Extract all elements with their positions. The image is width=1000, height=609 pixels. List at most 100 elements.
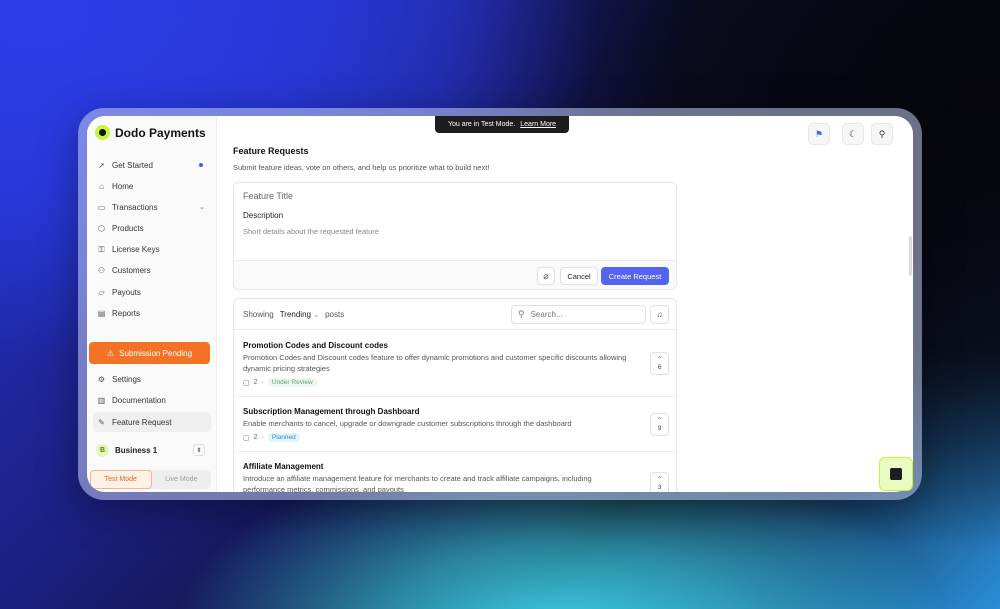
list-header: Showing Trending ⌄ posts ⚲ Search... ♫ — [234, 299, 676, 330]
post-title: Subscription Management through Dashboar… — [243, 407, 420, 416]
users-icon: ⚇ — [97, 265, 106, 275]
sidebar-item-label: Documentation — [112, 395, 166, 405]
test-mode-banner: You are in Test Mode. Learn More — [435, 116, 569, 133]
submission-pending-button[interactable]: ⚠ Submission Pending — [89, 342, 210, 364]
brand[interactable]: Dodo Payments — [95, 125, 206, 140]
chat-icon — [890, 468, 902, 480]
post-description: Introduce an affiliate management featur… — [243, 474, 592, 492]
sidebar-item-feature-request[interactable]: ✎ Feature Request — [93, 412, 211, 432]
sidebar-item-settings[interactable]: ⚙ Settings — [93, 370, 211, 388]
wallet-icon: ▭ — [97, 202, 106, 212]
page-subtitle: Submit feature ideas, vote on others, an… — [233, 163, 490, 172]
clipboard-icon: ▤ — [97, 308, 106, 318]
list-item[interactable]: Affiliate Management Introduce an affili… — [234, 452, 676, 492]
search-icon: ⚲ — [518, 309, 525, 319]
separator: · — [261, 379, 264, 386]
book-icon: ▥ — [97, 395, 106, 405]
home-icon: ⌂ — [99, 181, 104, 191]
attach-button[interactable]: ⌀ — [537, 267, 555, 285]
moon-icon: ☾ — [848, 128, 858, 139]
learn-more-link[interactable]: Learn More — [520, 121, 556, 128]
folder-icon: ▱ — [98, 287, 105, 297]
app-window: Dodo Payments ➚ Get Started ⌂ Home ▭ Tra… — [87, 116, 913, 492]
vote-count: 3 — [657, 483, 662, 491]
sidebar: Dodo Payments ➚ Get Started ⌂ Home ▭ Tra… — [87, 116, 217, 492]
chevron-down-icon: ⌄ — [199, 204, 205, 211]
sidebar-item-get-started[interactable]: ➚ Get Started — [93, 156, 211, 174]
form-footer: ⌀ Cancel Create Request — [234, 260, 676, 289]
sidebar-item-label: Products — [112, 223, 144, 233]
upvote-button[interactable]: ⌃ 6 — [650, 352, 669, 375]
sidebar-item-customers[interactable]: ⚇ Customers — [93, 261, 211, 279]
sidebar-item-label: Get Started — [112, 160, 153, 170]
vote-count: 9 — [657, 424, 662, 432]
sidebar-item-documentation[interactable]: ▥ Documentation — [93, 391, 211, 409]
paperclip-icon: ⌀ — [543, 270, 549, 281]
notification-dot — [199, 163, 203, 167]
sidebar-item-products[interactable]: ⬡ Products — [93, 219, 211, 237]
list-item[interactable]: Promotion Codes and Discount codes Promo… — [234, 330, 676, 397]
post-meta: ▢ 2 · Planned — [243, 433, 300, 442]
notify-button[interactable]: ♫ — [650, 305, 669, 324]
sidebar-item-license-keys[interactable]: ⚿ License Keys — [93, 240, 211, 258]
sidebar-item-label: Customers — [112, 265, 151, 275]
create-request-button[interactable]: Create Request — [601, 267, 669, 285]
business-avatar: B — [96, 443, 109, 457]
comment-icon: ▢ — [243, 434, 250, 442]
feature-request-form: Feature Title Description Short details … — [233, 182, 677, 290]
search-placeholder: Search... — [530, 310, 563, 319]
sidebar-item-home[interactable]: ⌂ Home — [93, 177, 211, 195]
theme-toggle-button[interactable]: ☾ — [842, 123, 864, 145]
bell-icon: ♫ — [656, 310, 663, 319]
list-item[interactable]: Subscription Management through Dashboar… — [234, 397, 676, 452]
chevron-up-down-icon: ⇕ — [193, 444, 205, 456]
test-mode-button[interactable]: Test Mode — [90, 470, 152, 489]
sort-dropdown[interactable]: Trending ⌄ — [280, 310, 319, 319]
business-name: Business 1 — [115, 445, 158, 455]
chevron-up-icon: ⌃ — [656, 475, 663, 483]
sidebar-item-payouts[interactable]: ▱ Payouts — [93, 283, 211, 301]
dodo-logo-icon — [95, 125, 110, 140]
search-input[interactable]: ⚲ Search... — [511, 305, 646, 324]
feature-list: Showing Trending ⌄ posts ⚲ Search... ♫ P… — [233, 298, 677, 492]
sidebar-item-label: Feature Request — [112, 417, 172, 427]
feature-title-input[interactable]: Feature Title — [243, 191, 293, 201]
post-description: Promotion Codes and Discount codes featu… — [243, 353, 627, 373]
key-icon: ⚿ — [98, 244, 105, 254]
showing-filter: Showing Trending ⌄ posts — [243, 310, 344, 319]
sidebar-item-label: Transactions — [112, 202, 158, 212]
sort-value: Trending — [279, 310, 311, 319]
live-mode-button[interactable]: Live Mode — [152, 470, 212, 489]
banner-text: You are in Test Mode. — [447, 121, 516, 128]
chat-button[interactable] — [879, 457, 913, 491]
post-title: Affiliate Management — [243, 462, 324, 471]
sidebar-item-label: Settings — [112, 374, 141, 384]
cancel-button[interactable]: Cancel — [560, 267, 598, 285]
profile-button[interactable]: ⚲ — [871, 123, 893, 145]
gear-icon: ⚙ — [97, 374, 106, 384]
user-icon: ⚲ — [878, 128, 886, 139]
business-switcher[interactable]: B Business 1 ⇕ — [93, 440, 211, 460]
sidebar-item-label: Reports — [112, 308, 141, 318]
sidebar-item-label: License Keys — [112, 244, 160, 254]
post-meta: ▢ 2 · Under Review — [243, 378, 317, 387]
status-badge: Planned — [267, 433, 300, 442]
warning-icon: ⚠ — [106, 348, 115, 358]
sidebar-item-transactions[interactable]: ▭ Transactions ⌄ — [93, 198, 211, 216]
flag-button[interactable]: ⚑ — [808, 123, 830, 145]
upvote-button[interactable]: ⌃ 3 — [650, 472, 669, 492]
sidebar-item-reports[interactable]: ▤ Reports — [93, 304, 211, 322]
showing-label: Showing — [243, 310, 274, 319]
description-input[interactable]: Short details about the requested featur… — [243, 227, 379, 236]
submission-pending-label: Submission Pending — [119, 348, 193, 358]
description-label: Description — [243, 211, 284, 220]
status-badge: Under Review — [267, 378, 317, 387]
brand-name: Dodo Payments — [115, 125, 206, 140]
box-icon: ⬡ — [98, 223, 105, 233]
comment-count: 2 — [253, 379, 258, 386]
upvote-button[interactable]: ⌃ 9 — [650, 413, 669, 436]
scrollbar[interactable] — [909, 236, 912, 276]
chevron-down-icon: ⌄ — [313, 312, 320, 319]
edit-icon: ✎ — [98, 417, 105, 427]
vote-count: 6 — [657, 363, 662, 371]
